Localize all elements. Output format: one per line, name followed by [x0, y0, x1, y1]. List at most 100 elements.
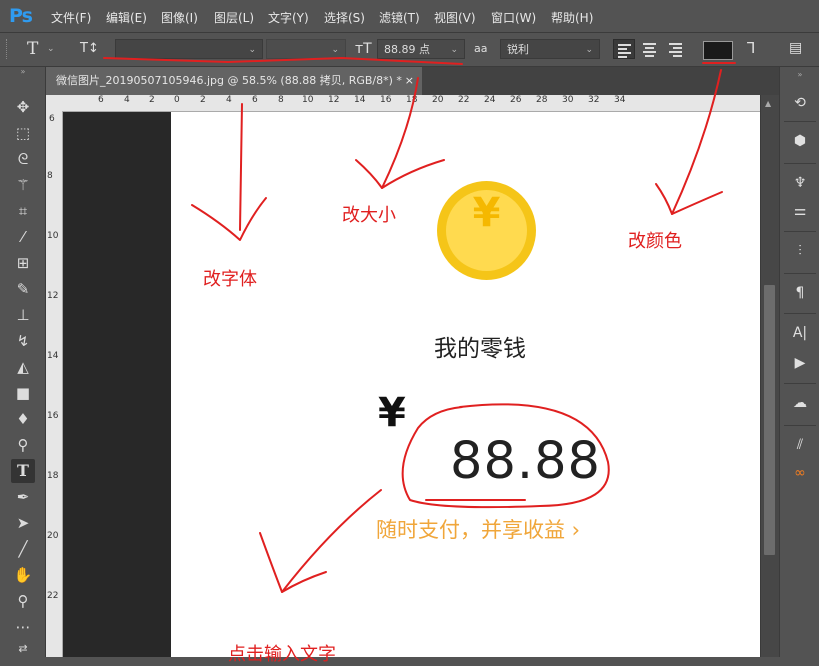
- ruler-tick: 6: [98, 95, 104, 105]
- panel-dock: » ⟲ ⬢ ♆ ⚌ ⫶ ¶ A| ▶ ☁ ⫽ ∞: [779, 67, 819, 657]
- ruler-tick: 30: [562, 95, 574, 105]
- menu-image[interactable]: 图像(I): [161, 9, 198, 26]
- font-size-icon: ᴛT: [355, 41, 372, 57]
- align-right-button[interactable]: [665, 39, 687, 59]
- blur-tool-icon[interactable]: ♦: [11, 407, 35, 431]
- history-panel-icon[interactable]: ⟲: [788, 91, 812, 115]
- collapse-icon[interactable]: »: [11, 65, 35, 89]
- clone-source-panel-icon[interactable]: ⫶: [788, 239, 812, 263]
- chevron-down-icon: ⌄: [450, 45, 458, 55]
- ruler-tick: 26: [510, 95, 522, 105]
- options-bar: T ⌄ T↕ ⌄ ⌄ ᴛT 88.89 点 ⌄ aa 锐利 ⌄ Ꞁ ▤: [0, 33, 819, 67]
- pen-tool-icon[interactable]: ✒: [11, 485, 35, 509]
- annotation-change-font: 改字体: [203, 269, 257, 290]
- brush-panel-icon[interactable]: ♆: [788, 171, 812, 195]
- brush-tool-icon[interactable]: ✎: [11, 277, 35, 301]
- menu-edit[interactable]: 编辑(E): [106, 9, 147, 26]
- menu-layer[interactable]: 图层(L): [214, 9, 254, 26]
- hand-tool-icon[interactable]: ✋: [11, 563, 35, 587]
- path-selection-tool-icon[interactable]: ➤: [11, 511, 35, 535]
- menu-window[interactable]: 窗口(W): [491, 9, 536, 26]
- ruler-origin[interactable]: [46, 95, 63, 112]
- ruler-tick: 8: [47, 171, 53, 181]
- coin-inner: ¥: [446, 190, 527, 271]
- ruler-tick: 16: [47, 411, 59, 421]
- collapse-icon[interactable]: »: [788, 63, 812, 87]
- character-panel-icon[interactable]: ▤: [789, 40, 802, 56]
- type-tool-icon[interactable]: T: [11, 459, 35, 483]
- ruler-tick: 20: [432, 95, 444, 105]
- horizontal-ruler[interactable]: 6 4 2 0 2 4 6 8 10 12 14 16 18 20 22 24 …: [62, 95, 760, 112]
- adjustments-panel-icon[interactable]: ⚌: [788, 199, 812, 223]
- stamp-tool-icon[interactable]: ⊥: [11, 303, 35, 327]
- menu-file[interactable]: 文件(F): [51, 9, 91, 26]
- amount-text-layer[interactable]: 88.88: [450, 432, 601, 491]
- photoshop-logo: Ps: [9, 5, 33, 27]
- toggle-text-orientation-icon[interactable]: T↕: [80, 41, 99, 56]
- font-family-select[interactable]: ⌄: [115, 39, 263, 59]
- ruler-tick: 18: [47, 471, 59, 481]
- eraser-tool-icon[interactable]: ◭: [11, 355, 35, 379]
- align-left-button[interactable]: [613, 39, 635, 59]
- ruler-tick: 12: [47, 291, 59, 301]
- vertical-scrollbar[interactable]: ▲: [760, 95, 779, 657]
- antialias-value: 锐利: [507, 43, 529, 56]
- ruler-tick: 18: [406, 95, 418, 105]
- character-panel-icon[interactable]: A|: [788, 321, 812, 345]
- options-grip[interactable]: [6, 39, 9, 59]
- gradient-tool-icon[interactable]: ■: [11, 381, 35, 405]
- ruler-tick: 14: [354, 95, 366, 105]
- ruler-tick: 4: [226, 95, 232, 105]
- paragraph-panel-icon[interactable]: ¶: [788, 281, 812, 305]
- antialias-select[interactable]: 锐利 ⌄: [500, 39, 600, 59]
- font-size-select[interactable]: 88.89 点 ⌄: [377, 39, 465, 59]
- document-tab-title: 微信图片_20190507105946.jpg @ 58.5% (88.88 拷…: [56, 74, 402, 87]
- yen-symbol: ¥: [472, 190, 501, 236]
- close-icon[interactable]: ×: [405, 67, 414, 95]
- zoom-tool-icon[interactable]: ⚲: [11, 589, 35, 613]
- eyedropper-tool-icon[interactable]: ⁄: [11, 225, 35, 249]
- chevron-down-icon[interactable]: ⌄: [47, 44, 55, 54]
- annotation-change-size: 改大小: [342, 205, 396, 226]
- text-tool-preset-icon[interactable]: T: [27, 39, 38, 59]
- slogan-text: 随时支付，并享收益 ›: [376, 518, 581, 542]
- creative-cloud-icon[interactable]: ∞: [788, 461, 812, 485]
- ruler-tick: 22: [47, 591, 59, 601]
- menu-help[interactable]: 帮助(H): [551, 9, 593, 26]
- menu-filter[interactable]: 滤镜(T): [379, 9, 420, 26]
- line-tool-icon[interactable]: ╱: [11, 537, 35, 561]
- move-tool-icon[interactable]: ✥: [11, 95, 35, 119]
- menu-select[interactable]: 选择(S): [324, 9, 365, 26]
- scrollbar-thumb[interactable]: [764, 285, 775, 555]
- chevron-down-icon: ⌄: [248, 45, 256, 55]
- healing-brush-tool-icon[interactable]: ⊞: [11, 251, 35, 275]
- align-center-button[interactable]: [639, 39, 661, 59]
- font-style-select[interactable]: ⌄: [266, 39, 346, 59]
- document-tab[interactable]: 微信图片_20190507105946.jpg @ 58.5% (88.88 拷…: [46, 67, 422, 95]
- more-tools-icon[interactable]: ⋯: [11, 615, 35, 639]
- menu-view[interactable]: 视图(V): [434, 9, 476, 26]
- marquee-tool-icon[interactable]: ⬚: [11, 121, 35, 145]
- swap-colors-icon[interactable]: ⇄: [11, 637, 35, 661]
- ruler-tick: 12: [328, 95, 340, 105]
- libraries-panel-icon[interactable]: ☁: [788, 391, 812, 415]
- ruler-tick: 32: [588, 95, 600, 105]
- play-actions-icon[interactable]: ▶: [788, 351, 812, 375]
- menu-type[interactable]: 文字(Y): [268, 9, 309, 26]
- swatches-panel-icon[interactable]: ⫽: [788, 433, 812, 457]
- scroll-up-icon[interactable]: ▲: [765, 99, 771, 108]
- magic-wand-tool-icon[interactable]: ⚚: [11, 173, 35, 197]
- history-brush-tool-icon[interactable]: ↯: [11, 329, 35, 353]
- crop-tool-icon[interactable]: ⌗: [11, 199, 35, 223]
- ruler-tick: 0: [174, 95, 180, 105]
- vertical-ruler[interactable]: 6 8 10 12 14 16 18 20 22: [46, 111, 63, 657]
- ruler-tick: 6: [252, 95, 258, 105]
- font-size-value: 88.89 点: [384, 43, 430, 56]
- annotation-change-color: 改颜色: [628, 231, 682, 252]
- text-color-swatch[interactable]: [703, 41, 733, 60]
- ruler-tick: 22: [458, 95, 470, 105]
- warp-text-icon[interactable]: Ꞁ: [747, 39, 755, 57]
- 3d-panel-icon[interactable]: ⬢: [788, 129, 812, 153]
- dodge-tool-icon[interactable]: ⚲: [11, 433, 35, 457]
- lasso-tool-icon[interactable]: ᘓ: [11, 147, 35, 171]
